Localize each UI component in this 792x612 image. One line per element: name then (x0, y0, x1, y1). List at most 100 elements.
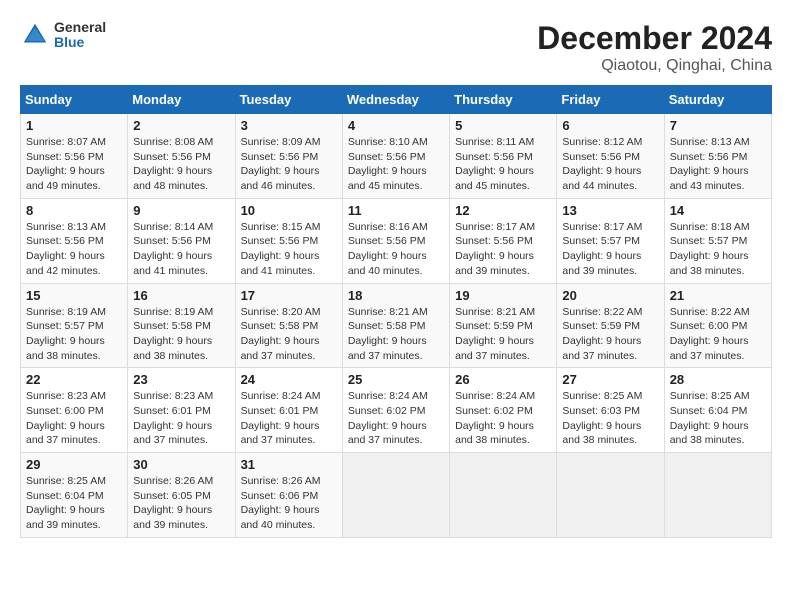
day-info: Sunrise: 8:10 AMSunset: 5:56 PMDaylight:… (348, 135, 444, 194)
day-number: 3 (241, 118, 337, 133)
calendar-cell: 28Sunrise: 8:25 AMSunset: 6:04 PMDayligh… (664, 368, 771, 453)
day-number: 24 (241, 372, 337, 387)
day-info: Sunrise: 8:22 AMSunset: 5:59 PMDaylight:… (562, 305, 658, 364)
day-info: Sunrise: 8:21 AMSunset: 5:58 PMDaylight:… (348, 305, 444, 364)
calendar-cell: 9 Sunrise: 8:14 AMSunset: 5:56 PMDaylight… (128, 198, 235, 283)
calendar-cell: 30 Sunrise: 8:26 AMSunset: 6:05 PMDayligh… (128, 453, 235, 538)
day-info: Sunrise: 8:24 AMSunset: 6:02 PMDaylight:… (348, 389, 444, 448)
calendar-cell: 5 Sunrise: 8:11 AMSunset: 5:56 PMDaylight… (450, 114, 557, 199)
calendar-cell: 24 Sunrise: 8:24 AMSunset: 6:01 PMDayligh… (235, 368, 342, 453)
calendar-cell (664, 453, 771, 538)
day-info: Sunrise: 8:14 AMSunset: 5:56 PMDaylight:… (133, 220, 229, 279)
day-info: Sunrise: 8:16 AMSunset: 5:56 PMDaylight:… (348, 220, 444, 279)
page-subtitle: Qiaotou, Qinghai, China (537, 57, 772, 75)
day-info: Sunrise: 8:22 AMSunset: 6:00 PMDaylight:… (670, 305, 766, 364)
calendar-cell: 2Sunrise: 8:08 AMSunset: 5:56 PMDaylight… (128, 114, 235, 199)
day-info: Sunrise: 8:17 AMSunset: 5:56 PMDaylight:… (455, 220, 551, 279)
day-number: 27 (562, 372, 658, 387)
day-info: Sunrise: 8:11 AMSunset: 5:56 PMDaylight:… (455, 135, 551, 194)
calendar-cell: 3Sunrise: 8:09 AMSunset: 5:56 PMDaylight… (235, 114, 342, 199)
calendar-cell: 17Sunrise: 8:20 AMSunset: 5:58 PMDayligh… (235, 283, 342, 368)
calendar-cell: 20 Sunrise: 8:22 AMSunset: 5:59 PMDayligh… (557, 283, 664, 368)
day-info: Sunrise: 8:13 AMSunset: 5:56 PMDaylight:… (670, 135, 766, 194)
day-number: 7 (670, 118, 766, 133)
calendar-week-5: 29 Sunrise: 8:25 AMSunset: 6:04 PMDayligh… (21, 453, 772, 538)
logo-general: General (54, 20, 106, 35)
calendar-cell (450, 453, 557, 538)
day-number: 12 (455, 203, 551, 218)
calendar-cell: 14Sunrise: 8:18 AMSunset: 5:57 PMDayligh… (664, 198, 771, 283)
calendar-cell: 4 Sunrise: 8:10 AMSunset: 5:56 PMDaylight… (342, 114, 449, 199)
day-info: Sunrise: 8:24 AMSunset: 6:01 PMDaylight:… (241, 389, 337, 448)
day-number: 15 (26, 288, 122, 303)
day-info: Sunrise: 8:20 AMSunset: 5:58 PMDaylight:… (241, 305, 337, 364)
day-header-thursday: Thursday (450, 86, 557, 114)
day-number: 1 (26, 118, 122, 133)
logo-icon (20, 20, 50, 50)
calendar-cell: 25 Sunrise: 8:24 AMSunset: 6:02 PMDayligh… (342, 368, 449, 453)
day-number: 13 (562, 203, 658, 218)
day-info: Sunrise: 8:25 AMSunset: 6:03 PMDaylight:… (562, 389, 658, 448)
page-header: General Blue December 2024 Qiaotou, Qing… (20, 20, 772, 75)
logo-text: General Blue (54, 20, 106, 51)
day-info: Sunrise: 8:26 AMSunset: 6:06 PMDaylight:… (241, 474, 337, 533)
calendar-week-3: 15Sunrise: 8:19 AMSunset: 5:57 PMDayligh… (21, 283, 772, 368)
day-number: 29 (26, 457, 122, 472)
calendar-cell: 26Sunrise: 8:24 AMSunset: 6:02 PMDayligh… (450, 368, 557, 453)
day-number: 25 (348, 372, 444, 387)
calendar-cell: 16 Sunrise: 8:19 AMSunset: 5:58 PMDayligh… (128, 283, 235, 368)
calendar-week-2: 8 Sunrise: 8:13 AMSunset: 5:56 PMDaylight… (21, 198, 772, 283)
day-info: Sunrise: 8:17 AMSunset: 5:57 PMDaylight:… (562, 220, 658, 279)
day-header-sunday: Sunday (21, 86, 128, 114)
day-header-wednesday: Wednesday (342, 86, 449, 114)
calendar-cell: 8 Sunrise: 8:13 AMSunset: 5:56 PMDaylight… (21, 198, 128, 283)
calendar-header-row: SundayMondayTuesdayWednesdayThursdayFrid… (21, 86, 772, 114)
calendar-table: SundayMondayTuesdayWednesdayThursdayFrid… (20, 85, 772, 538)
day-number: 20 (562, 288, 658, 303)
calendar-cell: 7 Sunrise: 8:13 AMSunset: 5:56 PMDaylight… (664, 114, 771, 199)
day-number: 10 (241, 203, 337, 218)
day-info: Sunrise: 8:07 AMSunset: 5:56 PMDaylight:… (26, 135, 122, 194)
day-header-saturday: Saturday (664, 86, 771, 114)
day-header-monday: Monday (128, 86, 235, 114)
calendar-cell: 29 Sunrise: 8:25 AMSunset: 6:04 PMDayligh… (21, 453, 128, 538)
day-number: 21 (670, 288, 766, 303)
day-info: Sunrise: 8:26 AMSunset: 6:05 PMDaylight:… (133, 474, 229, 533)
day-info: Sunrise: 8:25 AMSunset: 6:04 PMDaylight:… (670, 389, 766, 448)
day-number: 14 (670, 203, 766, 218)
calendar-cell: 13 Sunrise: 8:17 AMSunset: 5:57 PMDayligh… (557, 198, 664, 283)
day-number: 22 (26, 372, 122, 387)
day-info: Sunrise: 8:25 AMSunset: 6:04 PMDaylight:… (26, 474, 122, 533)
day-info: Sunrise: 8:21 AMSunset: 5:59 PMDaylight:… (455, 305, 551, 364)
calendar-cell: 27 Sunrise: 8:25 AMSunset: 6:03 PMDayligh… (557, 368, 664, 453)
day-info: Sunrise: 8:12 AMSunset: 5:56 PMDaylight:… (562, 135, 658, 194)
calendar-cell: 21 Sunrise: 8:22 AMSunset: 6:00 PMDayligh… (664, 283, 771, 368)
day-number: 5 (455, 118, 551, 133)
calendar-cell: 12 Sunrise: 8:17 AMSunset: 5:56 PMDayligh… (450, 198, 557, 283)
day-number: 4 (348, 118, 444, 133)
day-header-tuesday: Tuesday (235, 86, 342, 114)
day-info: Sunrise: 8:23 AMSunset: 6:01 PMDaylight:… (133, 389, 229, 448)
day-number: 2 (133, 118, 229, 133)
day-number: 30 (133, 457, 229, 472)
calendar-cell: 31 Sunrise: 8:26 AMSunset: 6:06 PMDayligh… (235, 453, 342, 538)
logo: General Blue (20, 20, 106, 51)
calendar-week-1: 1 Sunrise: 8:07 AMSunset: 5:56 PMDaylight… (21, 114, 772, 199)
logo-blue: Blue (54, 35, 106, 50)
calendar-cell: 1 Sunrise: 8:07 AMSunset: 5:56 PMDaylight… (21, 114, 128, 199)
calendar-week-4: 22Sunrise: 8:23 AMSunset: 6:00 PMDayligh… (21, 368, 772, 453)
day-info: Sunrise: 8:19 AMSunset: 5:58 PMDaylight:… (133, 305, 229, 364)
day-number: 31 (241, 457, 337, 472)
calendar-cell: 22Sunrise: 8:23 AMSunset: 6:00 PMDayligh… (21, 368, 128, 453)
calendar-cell: 15Sunrise: 8:19 AMSunset: 5:57 PMDayligh… (21, 283, 128, 368)
day-number: 11 (348, 203, 444, 218)
calendar-cell: 18 Sunrise: 8:21 AMSunset: 5:58 PMDayligh… (342, 283, 449, 368)
day-number: 16 (133, 288, 229, 303)
day-header-friday: Friday (557, 86, 664, 114)
day-number: 9 (133, 203, 229, 218)
day-info: Sunrise: 8:24 AMSunset: 6:02 PMDaylight:… (455, 389, 551, 448)
day-number: 8 (26, 203, 122, 218)
day-info: Sunrise: 8:13 AMSunset: 5:56 PMDaylight:… (26, 220, 122, 279)
day-number: 18 (348, 288, 444, 303)
title-block: December 2024 Qiaotou, Qinghai, China (537, 20, 772, 75)
